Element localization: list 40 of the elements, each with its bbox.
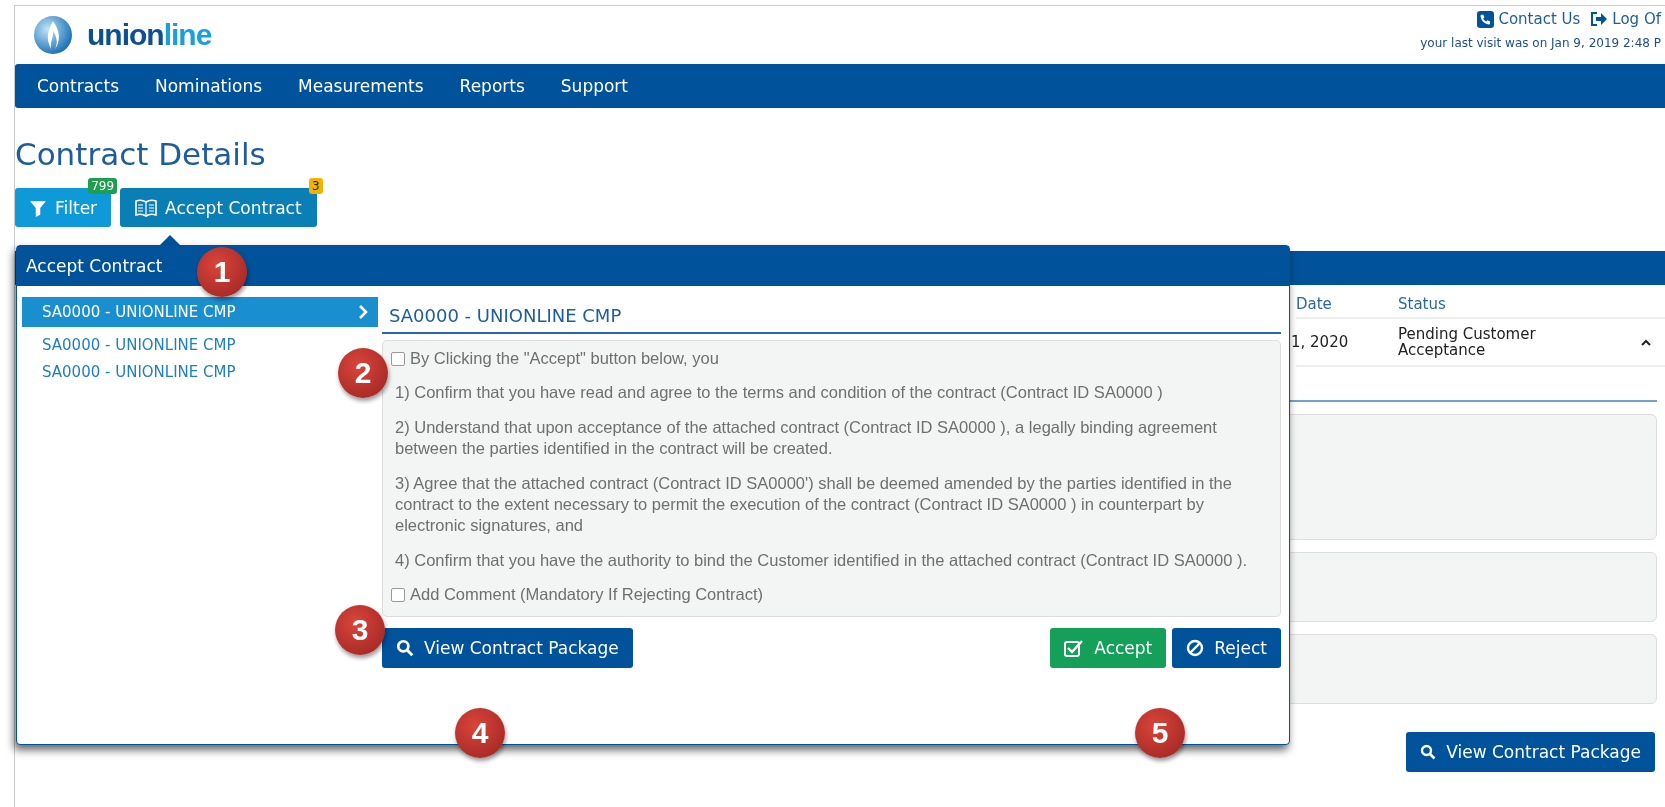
view-package-button[interactable]: View Contract Package [382, 628, 633, 668]
nav-item[interactable]: Nominations [137, 76, 280, 96]
page-title: Contract Details [15, 136, 267, 174]
count-badge: 799 [88, 178, 118, 194]
view-package-button[interactable]: View Contract Package [1406, 732, 1655, 772]
column-header: Status [1398, 295, 1447, 313]
terms-paragraph: 1) Confirm that you have read and agree to the terms and condition of the contract (Contract ID SA0000 ) [395, 382, 1164, 403]
header-link[interactable]: Log Of [1590, 10, 1661, 28]
table-cell-text: 1, 2020 [1291, 333, 1350, 351]
nav-item[interactable]: Support [542, 76, 646, 96]
nav-item[interactable]: Reports [441, 76, 543, 96]
search-icon [396, 639, 414, 657]
logo-text: unionline [87, 18, 212, 52]
chevron-right-icon [358, 305, 368, 319]
contract-list-item[interactable]: SA0000 - UNIONLINE CMP [22, 358, 246, 385]
last-visit-text: your last visit was on Jan 9, 2019 2:48 P [1420, 36, 1661, 50]
contract-list-item[interactable]: SA0000 - UNIONLINE CMP [22, 331, 246, 358]
nav-item[interactable]: Contracts [19, 76, 137, 96]
book-icon [135, 198, 158, 217]
reject-button[interactable]: Reject [1172, 628, 1281, 668]
comment-checkbox[interactable]: Add Comment (Mandatory If Rejecting Contract) [391, 585, 1266, 604]
caret-icon[interactable] [1640, 338, 1652, 346]
accept-checkbox[interactable]: By Clicking the "Accept" button below, you [391, 349, 1266, 368]
column-header: Date [1296, 295, 1333, 313]
count-badge: 3 [308, 178, 323, 194]
sign-out-icon [1590, 11, 1609, 27]
header-link[interactable]: Contact Us [1477, 10, 1581, 28]
terms-paragraph: 3) Agree that the attached contract (Contract ID SA0000') shall be deemed amended by the parties identified in the contract to the extent necessary to permit the execution of the contract (Contract ID SA0000 ) in counterpart by electronic signatures, and [395, 473, 1233, 536]
checkbox-tick-icon [1064, 639, 1085, 657]
contract-title: SA0000 - UNIONLINE CMP [382, 297, 1281, 334]
filter-icon [29, 198, 47, 217]
contract-list-item[interactable]: SA0000 - UNIONLINE CMP [22, 297, 378, 327]
search-icon [1420, 744, 1437, 760]
nav-item[interactable]: Measurements [280, 76, 442, 96]
ban-icon [1186, 639, 1205, 657]
flame-logo-icon [33, 15, 73, 55]
terms-paragraph: 4) Confirm that you have the authority to bind the Customer identified in the attached contract (Contract ID SA0000 ). [395, 550, 1249, 571]
phone-icon [1477, 10, 1495, 28]
table-cell-text: Pending Customer Acceptance [1398, 326, 1537, 358]
terms-paragraph: 2) Understand that upon acceptance of the attached contract (Contract ID SA0000 ), a legally binding agreement between the parties identified in the contract will be created. [395, 417, 1218, 459]
